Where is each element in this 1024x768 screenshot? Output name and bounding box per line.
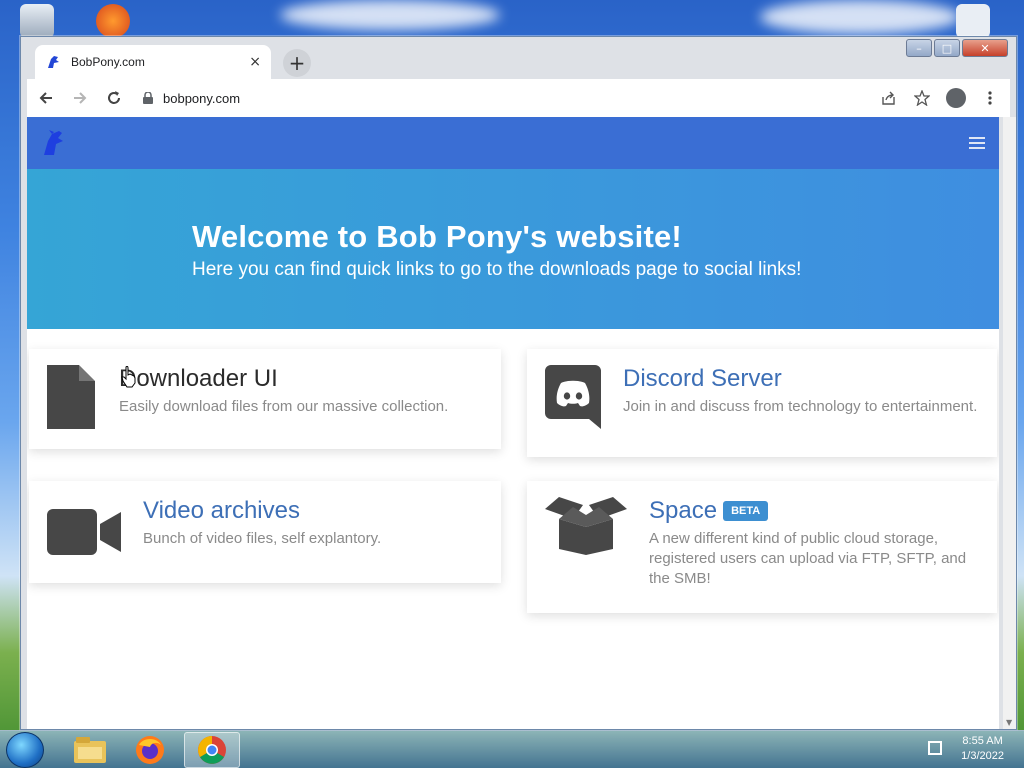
card-title[interactable]: Video archives: [143, 497, 381, 525]
bobpony-logo-icon[interactable]: [41, 129, 65, 157]
open-box-icon: [545, 497, 627, 555]
tab-title: BobPony.com: [71, 55, 145, 69]
file-icon: [47, 365, 95, 429]
taskbar: 8:55 AM 1/3/2022: [0, 730, 1024, 768]
recycle-bin-icon[interactable]: [20, 4, 54, 38]
system-clock[interactable]: 8:55 AM 1/3/2022: [961, 734, 1004, 764]
beta-badge: BETA: [723, 501, 769, 521]
taskbar-firefox[interactable]: [122, 732, 178, 768]
tab-bar: BobPony.com × +: [21, 37, 906, 79]
card-space[interactable]: Space BETA A new different kind of public…: [527, 481, 997, 613]
card-downloader-ui[interactable]: Downloader UI Easily download files from…: [29, 349, 501, 449]
forward-button[interactable]: [65, 83, 95, 113]
firefox-desktop-icon[interactable]: [96, 4, 130, 38]
browser-toolbar: bobpony.com: [27, 79, 1010, 117]
browser-window: – □ ✕ BobPony.com × + bobpony.com Welcom…: [20, 36, 1017, 730]
card-desc: Bunch of video files, self explantory.: [143, 530, 382, 547]
desktop-file-icon[interactable]: [956, 4, 990, 38]
hero-title: Welcome to Bob Pony's website!: [192, 219, 682, 254]
address-bar[interactable]: bobpony.com: [135, 83, 874, 113]
card-desc: Join in and discuss from technology to e…: [623, 398, 978, 415]
clock-date: 1/3/2022: [961, 750, 1004, 762]
close-window-button[interactable]: ✕: [962, 39, 1008, 57]
back-button[interactable]: [31, 83, 61, 113]
avatar: [946, 88, 966, 108]
card-desc: Easily download files from our massive c…: [119, 398, 449, 415]
page-scrollbar[interactable]: ▼: [1003, 117, 1016, 729]
bookmark-star-icon[interactable]: [908, 84, 936, 112]
desktop-cloud: [760, 0, 960, 34]
reload-icon: [108, 91, 120, 104]
reload-button[interactable]: [99, 83, 129, 113]
maximize-button[interactable]: □: [934, 39, 960, 57]
lock-icon[interactable]: [143, 92, 153, 104]
scroll-down-icon[interactable]: ▼: [1006, 718, 1012, 727]
card-desc: A new different kind of public cloud sto…: [649, 530, 967, 587]
window-controls: – □ ✕: [906, 39, 1008, 57]
card-discord-server[interactable]: Discord Server Join in and discuss from …: [527, 349, 997, 457]
file-explorer-icon: [74, 737, 106, 763]
tab-bobpony[interactable]: BobPony.com ×: [35, 45, 271, 79]
minimize-button[interactable]: –: [906, 39, 932, 57]
tab-close-icon[interactable]: ×: [249, 54, 261, 70]
card-title-text[interactable]: Space: [649, 497, 717, 524]
menu-kebab-icon[interactable]: [976, 84, 1004, 112]
taskbar-explorer[interactable]: [62, 732, 118, 768]
profile-button[interactable]: [942, 84, 970, 112]
new-tab-button[interactable]: +: [283, 49, 311, 77]
network-icon[interactable]: [928, 741, 942, 755]
toolbar-icons: [874, 84, 1004, 112]
video-camera-icon: [47, 509, 121, 555]
chrome-icon: [198, 736, 226, 764]
taskbar-chrome[interactable]: [184, 732, 240, 768]
card-video-archives[interactable]: Video archives Bunch of video files, sel…: [29, 481, 501, 583]
share-icon[interactable]: [874, 84, 902, 112]
card-title[interactable]: Discord Server: [623, 365, 977, 393]
bobpony-favicon-icon: [48, 56, 59, 68]
card-title[interactable]: Downloader UI: [119, 365, 448, 393]
desktop-cloud: [280, 0, 500, 30]
hero-subtitle: Here you can find quick links to go to t…: [192, 259, 802, 280]
clock-time: 8:55 AM: [962, 735, 1003, 747]
site-navbar: [27, 117, 999, 169]
url-text[interactable]: bobpony.com: [163, 91, 240, 106]
firefox-icon: [136, 736, 164, 764]
start-button[interactable]: [6, 732, 44, 768]
discord-icon: [545, 365, 601, 429]
arrow-right-icon: [74, 92, 87, 104]
hamburger-menu-icon[interactable]: [969, 137, 985, 149]
card-title[interactable]: Space BETA: [649, 497, 979, 525]
page-viewport: Welcome to Bob Pony's website! Here you …: [27, 117, 999, 729]
hero-banner: Welcome to Bob Pony's website! Here you …: [27, 169, 999, 329]
hand-cursor-icon: [121, 366, 136, 388]
arrow-left-icon: [39, 92, 52, 104]
